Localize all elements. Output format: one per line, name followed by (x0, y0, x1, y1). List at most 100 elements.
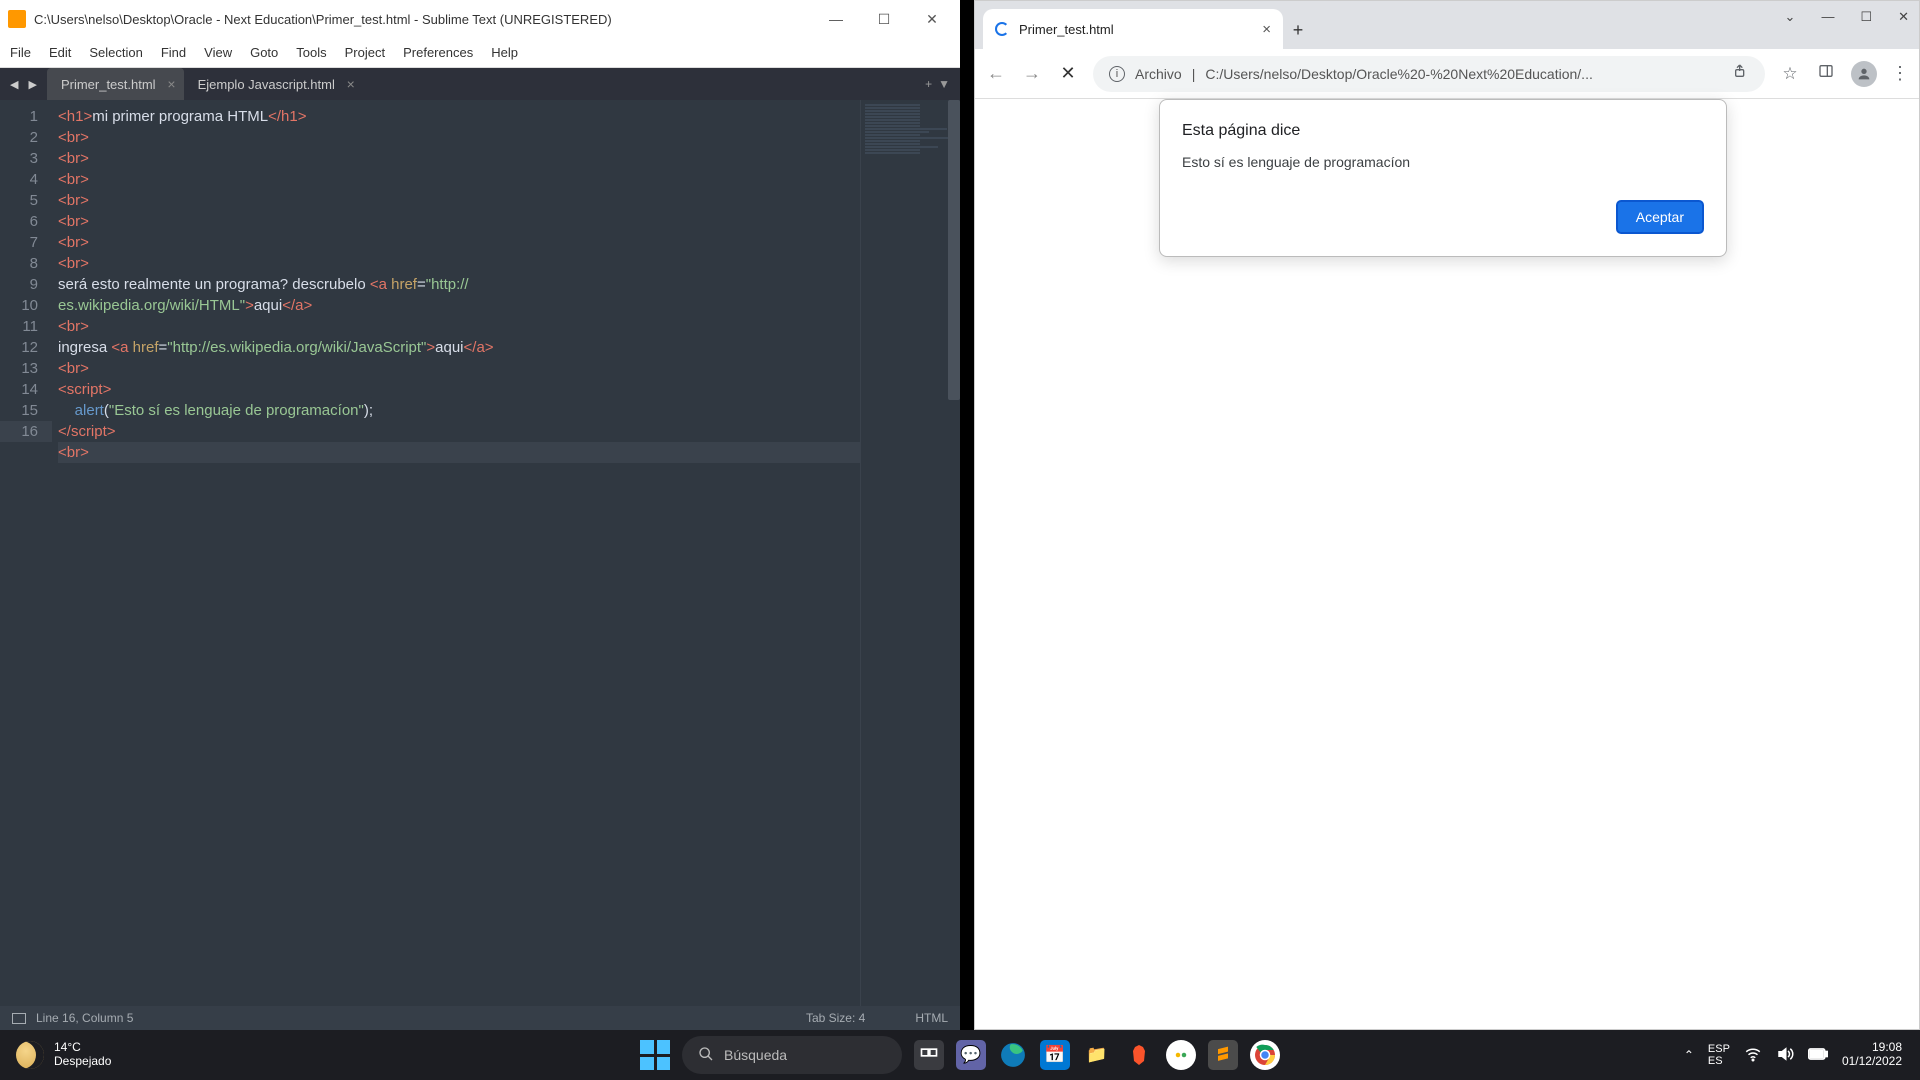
sidepanel-icon[interactable] (1815, 63, 1837, 84)
dialog-message: Esto sí es lenguaje de programacíon (1182, 154, 1704, 170)
start-button[interactable] (640, 1040, 670, 1070)
maximize-button[interactable]: ☐ (874, 11, 894, 28)
new-tab-icon[interactable]: + (925, 77, 932, 91)
line-number: 4 (0, 169, 52, 190)
url-separator: | (1192, 66, 1196, 82)
app-brave-icon[interactable] (1124, 1040, 1154, 1070)
taskview-icon[interactable] (914, 1040, 944, 1070)
browser-tab[interactable]: Primer_test.html × (983, 9, 1283, 49)
tab-title: Primer_test.html (1019, 22, 1252, 37)
status-bar: Line 16, Column 5 Tab Size: 4 HTML (0, 1006, 960, 1030)
code-line: será esto realmente un programa? descrub… (58, 274, 960, 295)
line-number: 15 (0, 400, 52, 421)
sublime-title: C:\Users\nelso\Desktop\Oracle - Next Edu… (34, 12, 826, 27)
page-content: Esta página dice Esto sí es lenguaje de … (975, 99, 1919, 1029)
dialog-ok-button[interactable]: Aceptar (1616, 200, 1704, 234)
sublime-titlebar: C:\Users\nelso\Desktop\Oracle - Next Edu… (0, 0, 960, 38)
line-number: 14 (0, 379, 52, 400)
weather-desc: Despejado (54, 1055, 111, 1069)
weather-widget[interactable]: 14°C Despejado (0, 1041, 111, 1069)
code-line: <br> (58, 232, 960, 253)
close-tab-icon[interactable]: × (1262, 21, 1271, 38)
battery-icon[interactable] (1808, 1047, 1828, 1064)
site-info-icon[interactable]: i (1109, 66, 1125, 82)
chevron-down-icon[interactable]: ⌄ (1785, 9, 1796, 25)
tab-ejemplo-js[interactable]: Ejemplo Javascript.html × (184, 68, 363, 100)
volume-icon[interactable] (1776, 1045, 1794, 1066)
line-number: 7 (0, 232, 52, 253)
chrome-window: Primer_test.html × + ⌄ — ☐ ✕ ← → ✕ i Arc… (974, 0, 1920, 1030)
clock[interactable]: 19:08 01/12/2022 (1842, 1041, 1902, 1069)
menu-help[interactable]: Help (491, 45, 518, 60)
stop-button[interactable]: ✕ (1057, 63, 1079, 84)
menu-file[interactable]: File (10, 45, 31, 60)
line-number: 9 (0, 274, 52, 295)
moon-icon (16, 1041, 44, 1069)
code-line: <script> (58, 379, 960, 400)
js-alert-dialog: Esta página dice Esto sí es lenguaje de … (1159, 99, 1727, 257)
minimap[interactable] (860, 100, 960, 1006)
app-generic-icon[interactable] (1166, 1040, 1196, 1070)
close-tab-icon[interactable]: × (347, 76, 355, 92)
close-button[interactable]: ✕ (922, 11, 942, 28)
app-teams-icon[interactable]: 💬 (956, 1040, 986, 1070)
close-button[interactable]: ✕ (1898, 9, 1909, 25)
forward-button[interactable]: → (1021, 63, 1043, 84)
app-sublime-icon[interactable] (1208, 1040, 1238, 1070)
code-area[interactable]: <h1>mi primer programa HTML</h1> <br> <b… (52, 100, 960, 1006)
app-explorer-icon[interactable]: 📁 (1082, 1040, 1112, 1070)
maximize-button[interactable]: ☐ (1860, 9, 1872, 25)
code-line: <br> (58, 253, 960, 274)
panel-icon[interactable] (12, 1013, 26, 1024)
bookmark-icon[interactable]: ☆ (1779, 64, 1801, 84)
menu-view[interactable]: View (204, 45, 232, 60)
line-number: 10 (0, 295, 52, 316)
tab-dropdown-icon[interactable]: ▼ (938, 77, 950, 91)
code-line: ingresa <a href="http://es.wikipedia.org… (58, 337, 960, 358)
status-tabsize[interactable]: Tab Size: 4 (806, 1011, 865, 1025)
tab-forward-icon[interactable]: ▶ (24, 76, 40, 93)
close-tab-icon[interactable]: × (167, 76, 175, 92)
new-tab-button[interactable]: + (1283, 20, 1313, 49)
wifi-icon[interactable] (1744, 1045, 1762, 1066)
search-placeholder: Búsqueda (724, 1047, 787, 1063)
back-button[interactable]: ← (985, 63, 1007, 84)
language-indicator[interactable]: ESP ES (1708, 1043, 1730, 1067)
taskbar-search[interactable]: Búsqueda (682, 1036, 902, 1074)
code-line: <br> (58, 148, 960, 169)
line-number: 11 (0, 316, 52, 337)
status-position: Line 16, Column 5 (36, 1011, 133, 1025)
app-edge-icon[interactable] (998, 1040, 1028, 1070)
menu-find[interactable]: Find (161, 45, 186, 60)
menu-edit[interactable]: Edit (49, 45, 71, 60)
menu-goto[interactable]: Goto (250, 45, 278, 60)
dialog-title: Esta página dice (1182, 122, 1704, 140)
sublime-window: C:\Users\nelso\Desktop\Oracle - Next Edu… (0, 0, 960, 1030)
tray-chevron-icon[interactable]: ⌃ (1684, 1048, 1694, 1062)
menu-bar: File Edit Selection Find View Goto Tools… (0, 38, 960, 68)
kebab-menu-icon[interactable]: ⋮ (1891, 63, 1909, 84)
tab-back-icon[interactable]: ◀ (6, 76, 22, 93)
status-language[interactable]: HTML (915, 1011, 948, 1025)
menu-tools[interactable]: Tools (296, 45, 326, 60)
line-number: 5 (0, 190, 52, 211)
chrome-tabstrip: Primer_test.html × + ⌄ — ☐ ✕ (975, 1, 1919, 49)
tab-bar-right: + ▼ (925, 77, 960, 91)
menu-selection[interactable]: Selection (89, 45, 142, 60)
address-bar[interactable]: i Archivo | C:/Users/nelso/Desktop/Oracl… (1093, 56, 1765, 92)
code-line: </script> (58, 421, 960, 442)
editor[interactable]: 1 2 3 4 5 6 7 8 9 10 11 12 13 14 15 16 <… (0, 100, 960, 1006)
tab-primer-test[interactable]: Primer_test.html × (47, 68, 184, 100)
profile-avatar[interactable] (1851, 61, 1877, 87)
app-calendar-icon[interactable]: 📅 (1040, 1040, 1070, 1070)
menu-project[interactable]: Project (345, 45, 385, 60)
app-chrome-icon[interactable] (1250, 1040, 1280, 1070)
minimize-button[interactable]: — (1821, 9, 1834, 25)
url-scheme: Archivo (1135, 66, 1182, 82)
sublime-icon (8, 10, 26, 28)
vertical-scrollbar[interactable] (948, 100, 960, 1006)
line-number: 2 (0, 127, 52, 148)
share-icon[interactable] (1733, 63, 1749, 84)
minimize-button[interactable]: — (826, 11, 846, 28)
menu-preferences[interactable]: Preferences (403, 45, 473, 60)
